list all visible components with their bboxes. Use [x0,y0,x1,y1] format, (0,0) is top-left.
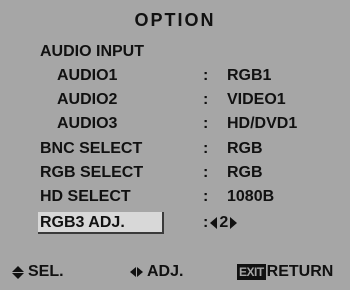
menu-item-label: BNC SELECT [40,140,143,157]
menu-row-audio1[interactable]: AUDIO1 : RGB1 [0,67,350,91]
return-hint: EXIT RETURN [237,263,333,281]
menu-item-value: HD/DVD1 [227,115,298,132]
up-down-arrows-icon [12,265,24,279]
adjust-hint: ADJ. [130,263,183,281]
separator: : [203,188,209,205]
exit-key-icon: EXIT [237,264,266,280]
menu-row-rgb-select[interactable]: RGB SELECT : RGB [0,164,350,188]
osd-menu-panel: OPTION AUDIO INPUT AUDIO1 : RGB1 AUDIO2 … [0,0,350,290]
left-right-arrows-icon [130,267,143,277]
adjust-control[interactable]: : 2 [203,214,238,232]
select-hint: SEL. [12,263,64,281]
menu-title: OPTION [134,10,216,30]
menu-item-value: RGB [227,140,263,157]
decrease-arrow-icon[interactable] [210,217,218,229]
menu-item-value: VIDEO1 [227,91,286,108]
separator: : [203,140,209,157]
menu-item-label: RGB SELECT [40,164,144,181]
adjust-hint-label: ADJ. [147,263,184,280]
menu-item-value: 2 [219,214,229,231]
menu-row-bnc-select[interactable]: BNC SELECT : RGB [0,140,350,164]
menu-row-rgb3-adj[interactable]: RGB3 ADJ. : 2 [0,212,350,238]
menu-row-hd-select[interactable]: HD SELECT : 1080B [0,188,350,212]
return-hint-label: RETURN [266,263,334,280]
separator: : [203,115,209,132]
menu-item-value: RGB1 [227,67,272,84]
menu-item-value: 1080B [227,188,275,205]
menu-item-label: AUDIO INPUT [40,43,144,60]
footer-help-bar: SEL. ADJ. EXIT RETURN [0,263,350,285]
menu-item-label: HD SELECT [40,188,131,205]
select-hint-label: SEL. [28,263,64,280]
menu-item-label: AUDIO1 [57,67,118,84]
menu-item-value: RGB [227,164,263,181]
separator: : [203,91,209,108]
menu-item-label: AUDIO3 [57,115,118,132]
separator: : [203,67,209,84]
increase-arrow-icon[interactable] [230,217,238,229]
separator: : [203,214,209,231]
selected-item-highlight[interactable]: RGB3 ADJ. [38,212,164,234]
menu-item-label: RGB3 ADJ. [40,214,125,231]
menu-row-audio-input[interactable]: AUDIO INPUT [0,43,350,67]
menu-item-label: AUDIO2 [57,91,118,108]
separator: : [203,164,209,181]
menu-row-audio3[interactable]: AUDIO3 : HD/DVD1 [0,115,350,139]
menu-row-audio2[interactable]: AUDIO2 : VIDEO1 [0,91,350,115]
